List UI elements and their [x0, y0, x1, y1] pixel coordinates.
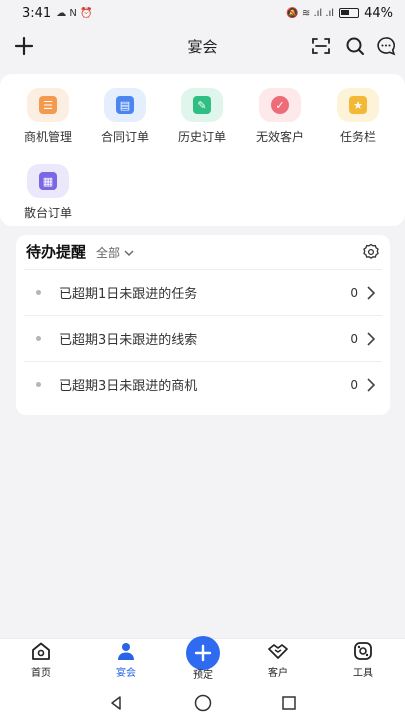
- notification-icons: ☁ N ⏰: [56, 7, 93, 19]
- todo-item-opportunity-overdue-3-days[interactable]: 已超期3日未跟进的商机 0: [24, 361, 382, 407]
- plus-icon: [194, 644, 212, 662]
- shortcut-label: 历史订单: [177, 130, 226, 144]
- home-icon: [32, 642, 50, 660]
- bullet-dot: [36, 290, 41, 295]
- shortcut-history-orders[interactable]: ✎ 历史订单: [168, 88, 236, 145]
- recents-square-icon: [282, 696, 296, 710]
- briefcase-icon: ☰: [27, 88, 69, 122]
- todo-item-text: 已超期3日未跟进的线索: [59, 333, 198, 348]
- tab-reserve-fab[interactable]: [186, 636, 220, 670]
- chevron-down-icon: [124, 250, 134, 256]
- shortcut-label: 散台订单: [23, 206, 72, 220]
- add-button[interactable]: [12, 34, 36, 58]
- shortcut-table-orders[interactable]: ▦ 散台订单: [14, 164, 82, 221]
- todo-item-lead-overdue-3-days[interactable]: 已超期3日未跟进的线索 0: [24, 315, 382, 361]
- task-star-icon: ★: [337, 88, 379, 122]
- tab-label: 预定: [193, 670, 213, 681]
- tab-customer[interactable]: 客户: [248, 639, 308, 687]
- settings-gear-icon[interactable]: [362, 243, 380, 261]
- home-nav-button[interactable]: [192, 692, 214, 714]
- todo-reminder-card: 待办提醒 全部 已超期1日未跟进的任务 0 已超期3日未跟进的线索 0 已超期3…: [16, 235, 390, 415]
- history-icon: ✎: [181, 88, 223, 122]
- home-circle-icon: [194, 694, 212, 712]
- handshake-icon: [268, 644, 288, 659]
- plus-icon: [14, 36, 34, 56]
- todo-item-count: 0: [350, 331, 358, 346]
- banquet-icon: [118, 643, 134, 660]
- top-header: 宴会: [0, 26, 405, 66]
- shortcut-label: 无效客户: [255, 130, 304, 144]
- tab-label: 工具: [353, 668, 373, 679]
- shortcut-opportunity-management[interactable]: ☰ 商机管理: [14, 88, 82, 145]
- chevron-right-icon: [367, 285, 376, 300]
- todo-item-count: 0: [350, 285, 358, 300]
- system-nav-bar: [0, 686, 405, 720]
- search-button[interactable]: [343, 34, 367, 58]
- todo-filter-label: 全部: [96, 246, 121, 260]
- signal-icons: 🔕 ≋ .ıl .ıl: [286, 7, 335, 19]
- contract-icon: ▤: [104, 88, 146, 122]
- todo-filter-dropdown[interactable]: 全部: [96, 244, 134, 261]
- search-icon: [346, 37, 364, 55]
- back-triangle-icon: [111, 696, 121, 710]
- shortcut-invalid-customers[interactable]: ✓ 无效客户: [246, 88, 314, 145]
- page-title: 宴会: [187, 37, 218, 56]
- shortcut-label: 任务栏: [339, 130, 376, 144]
- status-time: 3:41: [22, 5, 52, 21]
- shortcut-grid: ☰ 商机管理 ▤ 合同订单 ✎ 历史订单 ✓ 无效客户 ★ 任务栏 ▦ 散台订单: [0, 74, 405, 226]
- status-left: 3:41 ☁ N ⏰: [22, 6, 93, 21]
- chevron-right-icon: [367, 331, 376, 346]
- todo-item-text: 已超期3日未跟进的商机: [59, 379, 198, 394]
- scan-button[interactable]: [309, 34, 333, 58]
- tab-banquet[interactable]: 宴会: [96, 639, 156, 687]
- tab-tools[interactable]: 工具: [333, 639, 393, 687]
- shortcut-label: 合同订单: [100, 130, 149, 144]
- todo-item-task-overdue-1-day[interactable]: 已超期1日未跟进的任务 0: [24, 269, 382, 315]
- status-right: 🔕 ≋ .ıl .ıl 44%: [286, 6, 393, 21]
- tools-icon: [354, 642, 372, 660]
- back-nav-button[interactable]: [105, 692, 127, 714]
- tab-home[interactable]: 首页: [11, 639, 71, 687]
- tab-label: 首页: [31, 668, 51, 679]
- bullet-dot: [36, 336, 41, 341]
- todo-title: 待办提醒: [26, 243, 87, 261]
- shortcut-label: 商机管理: [23, 130, 72, 144]
- chat-bubble-icon: [377, 37, 396, 56]
- message-button[interactable]: [374, 34, 398, 58]
- recents-nav-button[interactable]: [278, 692, 300, 714]
- bullet-dot: [36, 382, 41, 387]
- shortcut-contract-orders[interactable]: ▤ 合同订单: [91, 88, 159, 145]
- tab-label: 客户: [268, 668, 288, 679]
- todo-header: 待办提醒 全部: [26, 241, 134, 262]
- chevron-right-icon: [367, 377, 376, 392]
- battery-percent: 44%: [364, 5, 393, 21]
- battery-icon: [339, 8, 360, 18]
- tab-label: 宴会: [116, 668, 136, 679]
- todo-item-count: 0: [350, 377, 358, 392]
- table-order-icon: ▦: [27, 164, 69, 198]
- shortcut-task-bar[interactable]: ★ 任务栏: [324, 88, 392, 145]
- todo-item-text: 已超期1日未跟进的任务: [59, 287, 198, 302]
- invalid-customer-icon: ✓: [259, 88, 301, 122]
- status-bar: 3:41 ☁ N ⏰ 🔕 ≋ .ıl .ıl 44%: [0, 0, 405, 26]
- scan-icon: [312, 38, 330, 54]
